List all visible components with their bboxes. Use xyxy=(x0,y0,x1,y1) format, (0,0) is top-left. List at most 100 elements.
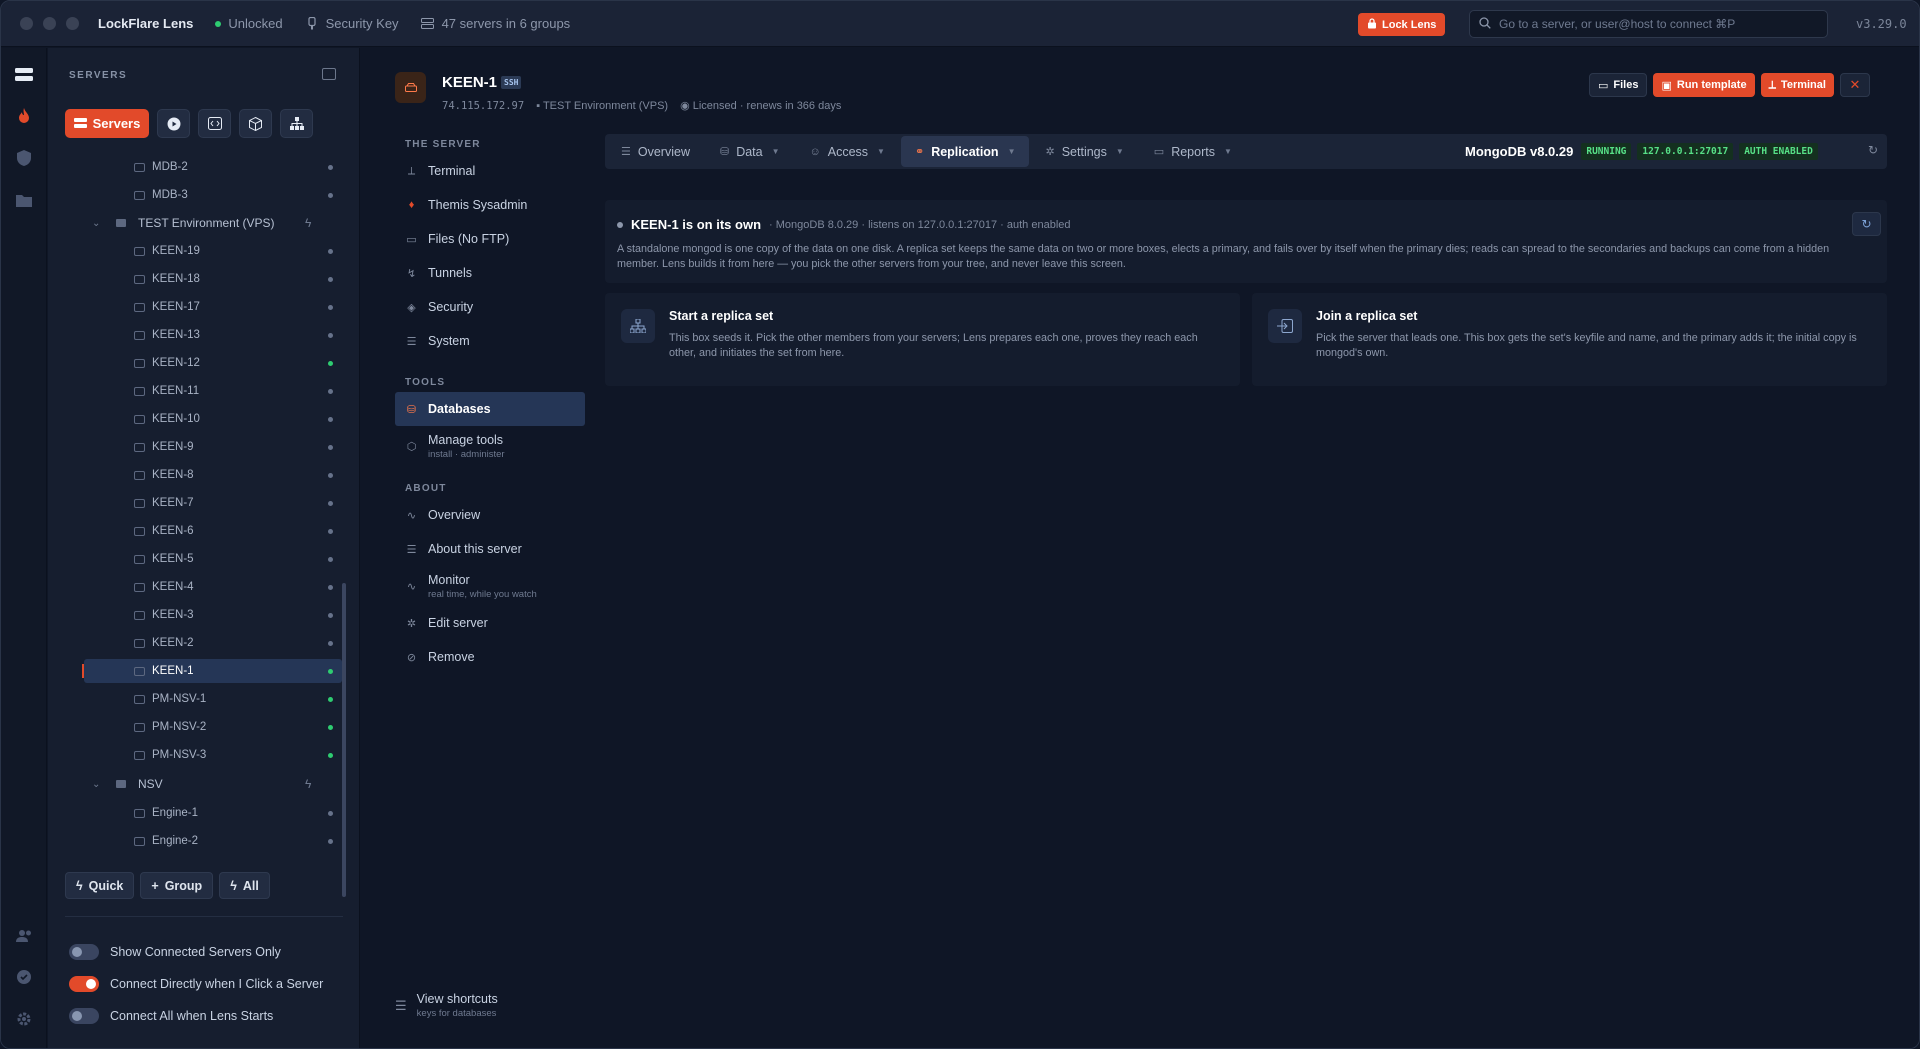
tab-overview[interactable]: ☰ Overview xyxy=(607,136,704,167)
tree-server-item[interactable]: KEEN-17 xyxy=(48,295,348,319)
flame-icon[interactable] xyxy=(14,106,34,126)
tree-scrollbar[interactable] xyxy=(342,583,346,897)
tab-replication[interactable]: ⚭ Replication ▼ xyxy=(900,136,1030,167)
tab-reports[interactable]: ▭ Reports ▼ xyxy=(1140,136,1246,167)
shield-icon[interactable] xyxy=(14,148,34,168)
refresh-icon[interactable]: ↻ xyxy=(1868,143,1878,157)
minimize-window-button[interactable] xyxy=(43,17,56,30)
tree-server-item[interactable]: KEEN-12 xyxy=(48,351,348,375)
gear-icon[interactable] xyxy=(14,1009,34,1029)
link-icon: ⟂ xyxy=(1768,78,1776,91)
nav-tunnels[interactable]: ↯ Tunnels xyxy=(395,256,585,290)
nav-themis-sysadmin[interactable]: ♦ Themis Sysadmin xyxy=(395,188,585,222)
tree-server-item[interactable]: KEEN-7 xyxy=(48,491,348,515)
tree-server-item[interactable]: Engine-2 xyxy=(48,829,348,852)
tree-server-item[interactable]: KEEN-9 xyxy=(48,435,348,459)
list-icon: ☰ xyxy=(621,146,631,158)
connect-all-button[interactable]: ϟ All xyxy=(219,872,270,899)
database-status: MongoDB v8.0.29 RUNNING 127.0.0.1:27017 … xyxy=(1465,134,1818,169)
collapse-sidebar-icon[interactable] xyxy=(322,68,336,80)
nav-files[interactable]: ▭ Files (No FTP) xyxy=(395,222,585,256)
nav-databases[interactable]: ⛁ Databases xyxy=(395,392,585,426)
view-shortcuts-button[interactable]: ☰ View shortcuts keys for databases xyxy=(395,992,498,1019)
tree-server-item[interactable]: KEEN-19 xyxy=(48,239,348,263)
tree-server-item[interactable]: KEEN-3 xyxy=(48,603,348,627)
chevron-down-icon[interactable]: ⌄ xyxy=(92,779,100,790)
folder-icon[interactable] xyxy=(14,190,34,210)
toggle-switch[interactable] xyxy=(69,944,99,960)
running-badge: RUNNING xyxy=(1581,143,1632,160)
tab-packages[interactable] xyxy=(239,109,272,138)
servers-rail-icon[interactable] xyxy=(14,65,34,85)
lock-icon xyxy=(1367,17,1377,32)
maximize-window-button[interactable] xyxy=(66,17,79,30)
tree-server-item[interactable]: MDB-2 xyxy=(48,155,348,179)
security-key-status[interactable]: Security Key xyxy=(305,16,399,31)
tree-server-item[interactable]: KEEN-18 xyxy=(48,267,348,291)
nav-edit-server[interactable]: ✲ Edit server xyxy=(395,606,585,640)
close-window-button[interactable] xyxy=(20,17,33,30)
add-group-button[interactable]: + Group xyxy=(140,872,214,899)
status-dot-icon xyxy=(328,248,333,254)
users-icon[interactable] xyxy=(14,925,34,945)
tree-server-item[interactable]: KEEN-2 xyxy=(48,631,348,655)
quick-connect-button[interactable]: ϟ Quick xyxy=(65,872,135,899)
tree-server-item[interactable]: KEEN-4 xyxy=(48,575,348,599)
toggle-row[interactable]: Connect Directly when I Click a Server xyxy=(69,968,323,1000)
files-button[interactable]: ▭ Files xyxy=(1589,73,1648,97)
tree-server-item[interactable]: KEEN-13 xyxy=(48,323,348,347)
tab-topology[interactable] xyxy=(280,109,313,138)
toggle-switch[interactable] xyxy=(69,1008,99,1024)
start-replica-set-card[interactable]: Start a replica set This box seeds it. P… xyxy=(605,293,1240,386)
standalone-title: KEEN-1 is on its own xyxy=(631,217,762,232)
tab-play[interactable] xyxy=(157,109,190,138)
chevron-down-icon[interactable]: ⌄ xyxy=(92,218,100,229)
nav-security[interactable]: ◈ Security xyxy=(395,290,585,324)
tree-server-item[interactable]: PM-NSV-3 xyxy=(48,743,348,767)
tab-code[interactable] xyxy=(198,109,231,138)
nav-system[interactable]: ☰ System xyxy=(395,324,585,358)
tree-group-item[interactable]: ⌄ TEST Environment (VPS) ϟ xyxy=(48,211,348,235)
tree-server-item[interactable]: KEEN-10 xyxy=(48,407,348,431)
tree-server-item[interactable]: KEEN-5 xyxy=(48,547,348,571)
status-dot-icon xyxy=(328,276,333,282)
tree-server-item[interactable]: Engine-1 xyxy=(48,801,348,825)
tree-server-item[interactable]: PM-NSV-1 xyxy=(48,687,348,711)
bolt-icon[interactable]: ϟ xyxy=(305,777,311,791)
tab-access[interactable]: ☺ Access ▼ xyxy=(796,136,899,167)
toggle-row[interactable]: Show Connected Servers Only xyxy=(69,936,323,968)
terminal-server-icon xyxy=(134,750,145,760)
tab-data[interactable]: ⛁ Data ▼ xyxy=(706,136,794,167)
tree-server-item-selected[interactable]: KEEN-1 xyxy=(82,659,342,683)
tree-group-item[interactable]: ⌄ NSV ϟ xyxy=(48,772,348,796)
toggle-switch[interactable] xyxy=(69,976,99,992)
nav-remove[interactable]: ⊘ Remove xyxy=(395,640,585,674)
tab-servers[interactable]: Servers xyxy=(65,109,149,138)
quick-connect-search[interactable]: Go to a server, or user@host to connect … xyxy=(1469,10,1828,38)
refresh-button[interactable]: ↻ xyxy=(1852,212,1881,236)
nav-manage-tools[interactable]: ⬡ Manage tools install · administer xyxy=(395,426,585,466)
lock-lens-button[interactable]: Lock Lens xyxy=(1358,13,1446,36)
nav-terminal[interactable]: ⟂ Terminal xyxy=(395,154,585,188)
tree-server-item[interactable]: KEEN-11 xyxy=(48,379,348,403)
close-server-button[interactable]: ✕ xyxy=(1839,73,1870,97)
run-template-button[interactable]: ▣ Run template xyxy=(1653,73,1755,97)
tab-settings[interactable]: ✲ Settings ▼ xyxy=(1031,136,1137,167)
bolt-icon[interactable]: ϟ xyxy=(305,216,311,230)
toggle-row[interactable]: Connect All when Lens Starts xyxy=(69,1000,323,1032)
nav-about-server[interactable]: ☰ About this server xyxy=(395,532,585,566)
mongodb-version: MongoDB v8.0.29 xyxy=(1465,144,1574,159)
tree-server-item[interactable]: MDB-3 xyxy=(48,183,348,207)
verified-icon[interactable] xyxy=(14,967,34,987)
nav-monitor[interactable]: ∿ Monitor real time, while you watch xyxy=(395,566,585,606)
chevron-down-icon: ▼ xyxy=(1007,147,1016,156)
search-icon xyxy=(1479,16,1491,32)
tree-server-item[interactable]: PM-NSV-2 xyxy=(48,715,348,739)
tree-server-item[interactable]: KEEN-6 xyxy=(48,519,348,543)
tree-server-item[interactable]: KEEN-8 xyxy=(48,463,348,487)
nav-overview[interactable]: ∿ Overview xyxy=(395,498,585,532)
group-folder-icon xyxy=(116,219,126,227)
join-replica-set-card[interactable]: Join a replica set Pick the server that … xyxy=(1252,293,1887,386)
servers-summary-label: 47 servers in 6 groups xyxy=(441,16,571,31)
terminal-button[interactable]: ⟂ Terminal xyxy=(1760,73,1834,97)
